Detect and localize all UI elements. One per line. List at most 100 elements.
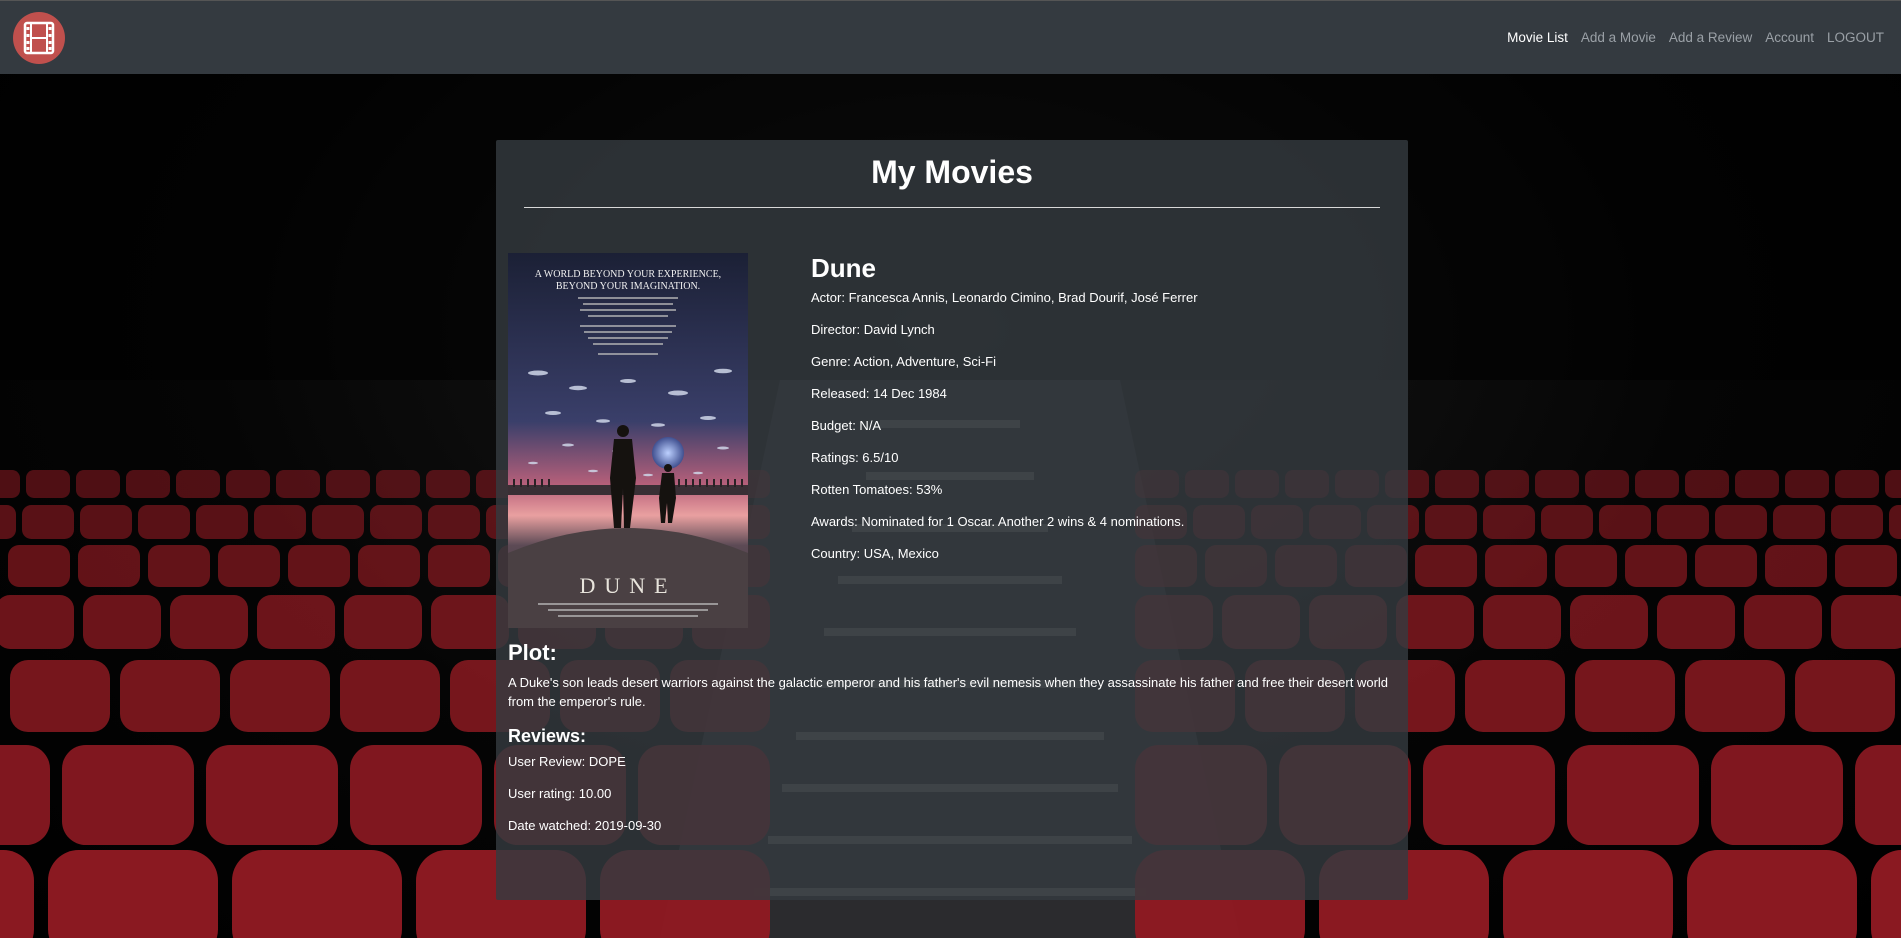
movie-title: Dune bbox=[811, 253, 876, 283]
seat bbox=[344, 595, 422, 649]
seat bbox=[1585, 470, 1629, 498]
movie-country: Country: USA, Mexico bbox=[811, 546, 939, 561]
seat bbox=[120, 660, 220, 732]
seat bbox=[426, 470, 470, 498]
seat bbox=[1687, 850, 1857, 938]
seat bbox=[1785, 470, 1829, 498]
seat bbox=[326, 470, 370, 498]
seat bbox=[196, 505, 248, 539]
seat bbox=[257, 595, 335, 649]
seat bbox=[1567, 745, 1699, 845]
seat bbox=[340, 660, 440, 732]
seat bbox=[1423, 745, 1555, 845]
seat bbox=[1765, 545, 1827, 587]
seat bbox=[1635, 470, 1679, 498]
movie-budget: Budget: N/A bbox=[811, 418, 882, 433]
seat bbox=[1425, 505, 1477, 539]
seat bbox=[78, 545, 140, 587]
seat bbox=[1555, 545, 1617, 587]
seat bbox=[1835, 545, 1897, 587]
seat bbox=[1503, 850, 1673, 938]
seat bbox=[1744, 595, 1822, 649]
seat bbox=[83, 595, 161, 649]
date-watched: Date watched: 2019-09-30 bbox=[508, 818, 662, 833]
nav-logout-link[interactable]: LOGOUT bbox=[1827, 30, 1884, 45]
seat bbox=[1885, 470, 1901, 498]
seat bbox=[230, 660, 330, 732]
seat bbox=[376, 470, 420, 498]
seat bbox=[1435, 470, 1479, 498]
seat bbox=[48, 850, 218, 938]
seat bbox=[312, 505, 364, 539]
seat bbox=[1415, 545, 1477, 587]
nav-add-movie-link[interactable]: Add a Movie bbox=[1581, 30, 1656, 45]
plot-heading: Plot: bbox=[508, 640, 557, 665]
seat bbox=[1685, 660, 1785, 732]
seat bbox=[0, 595, 74, 649]
movie-rotten-tomatoes: Rotten Tomatoes: 53% bbox=[811, 482, 943, 497]
seat bbox=[1735, 470, 1779, 498]
seat bbox=[1599, 505, 1651, 539]
reviews-heading: Reviews: bbox=[508, 726, 587, 746]
movie-director: Director: David Lynch bbox=[811, 322, 935, 337]
home-logo-button[interactable] bbox=[13, 12, 65, 64]
seat bbox=[370, 505, 422, 539]
reviews-list: User Review: DOPE User rating: 10.00 Dat… bbox=[508, 754, 661, 850]
nav-add-review-link[interactable]: Add a Review bbox=[1669, 30, 1752, 45]
seat bbox=[0, 470, 20, 498]
seat bbox=[126, 470, 170, 498]
seat bbox=[254, 505, 306, 539]
seat bbox=[232, 850, 402, 938]
seat bbox=[1485, 545, 1547, 587]
movie-genre: Genre: Action, Adventure, Sci-Fi bbox=[811, 354, 996, 369]
seat bbox=[1871, 850, 1901, 938]
seat bbox=[1835, 470, 1879, 498]
seat bbox=[1695, 545, 1757, 587]
user-review: User Review: DOPE bbox=[508, 754, 626, 769]
poster-title-text: DUNE bbox=[579, 573, 676, 598]
seat bbox=[350, 745, 482, 845]
seat bbox=[148, 545, 210, 587]
seat bbox=[1855, 745, 1901, 845]
movie-poster: DUNE A WORLD BEYOND YOUR EXPERIENCE, BEY… bbox=[508, 253, 748, 628]
seat bbox=[176, 470, 220, 498]
top-navbar: Movie List Add a Movie Add a Review Acco… bbox=[0, 0, 1901, 74]
title-divider bbox=[524, 207, 1380, 208]
seat bbox=[1831, 595, 1901, 649]
seat bbox=[170, 595, 248, 649]
user-rating: User rating: 10.00 bbox=[508, 786, 612, 801]
seat bbox=[1685, 470, 1729, 498]
seat bbox=[26, 470, 70, 498]
seat bbox=[1657, 505, 1709, 539]
seat bbox=[1795, 660, 1895, 732]
seat bbox=[1889, 505, 1901, 539]
seat bbox=[226, 470, 270, 498]
seat bbox=[358, 545, 420, 587]
seat bbox=[1715, 505, 1767, 539]
movie-ratings: Ratings: 6.5/10 bbox=[811, 450, 899, 465]
nav-movie-list-link[interactable]: Movie List bbox=[1507, 30, 1568, 45]
seat bbox=[1541, 505, 1593, 539]
seat bbox=[80, 505, 132, 539]
seat bbox=[206, 745, 338, 845]
seat bbox=[1831, 505, 1883, 539]
seat bbox=[8, 545, 70, 587]
movie-actor: Actor: Francesca Annis, Leonardo Cimino,… bbox=[811, 290, 1198, 305]
seat bbox=[0, 850, 34, 938]
seat bbox=[0, 505, 16, 539]
seat bbox=[1483, 595, 1561, 649]
seat bbox=[1711, 745, 1843, 845]
seat bbox=[1483, 505, 1535, 539]
nav-account-link[interactable]: Account bbox=[1765, 30, 1814, 45]
seat bbox=[218, 545, 280, 587]
movie-facts-list: Actor: Francesca Annis, Leonardo Cimino,… bbox=[811, 290, 1198, 578]
seat bbox=[1485, 470, 1529, 498]
seat bbox=[1773, 505, 1825, 539]
seat bbox=[10, 660, 110, 732]
seat bbox=[1625, 545, 1687, 587]
seat bbox=[1535, 470, 1579, 498]
nav-links: Movie List Add a Movie Add a Review Acco… bbox=[1494, 30, 1884, 45]
plot-text: A Duke's son leads desert warriors again… bbox=[508, 675, 1389, 709]
film-reel-icon bbox=[23, 21, 55, 55]
poster-tagline-2: BEYOND YOUR IMAGINATION. bbox=[556, 281, 700, 292]
